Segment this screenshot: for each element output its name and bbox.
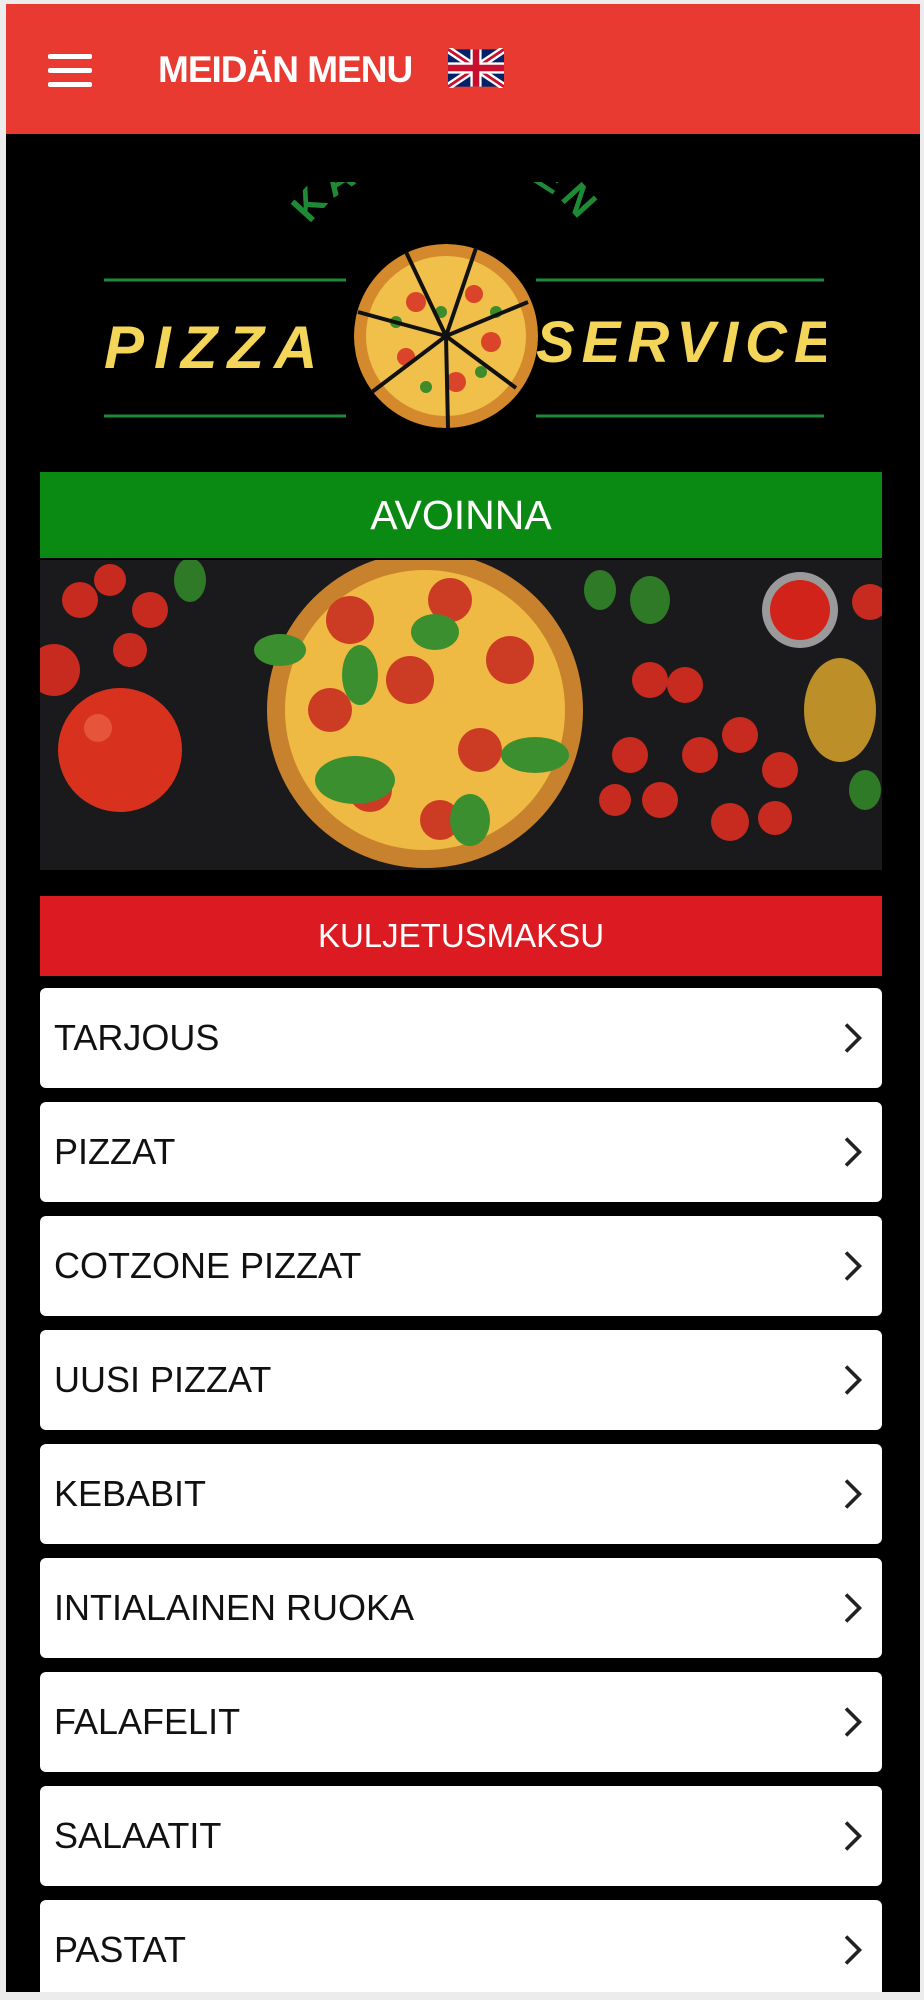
chevron-right-icon — [844, 1707, 863, 1737]
top-app-bar: MEIDÄN MENU — [6, 4, 920, 134]
chevron-right-icon — [844, 1251, 863, 1281]
menu-item-falafelit[interactable]: FALAFELIT — [40, 1672, 882, 1772]
chevron-right-icon — [844, 1479, 863, 1509]
logo-text-left: PIZZA — [104, 314, 327, 381]
menu-item-intialainen-ruoka[interactable]: INTIALAINEN RUOKA — [40, 1558, 882, 1658]
open-status-banner[interactable]: AVOINNA — [40, 472, 882, 558]
menu-item-label: TARJOUS — [54, 1017, 220, 1058]
menu-item-uusi-pizzat[interactable]: UUSI PIZZAT — [40, 1330, 882, 1430]
menu-item-label: PASTAT — [54, 1929, 187, 1970]
chevron-right-icon — [844, 1137, 863, 1167]
menu-item-pastat[interactable]: PASTAT — [40, 1900, 882, 1992]
menu-item-label: INTIALAINEN RUOKA — [54, 1587, 415, 1628]
logo-text-top: KAUNIAINEN — [283, 182, 608, 230]
menu-item-label: UUSI PIZZAT — [54, 1359, 272, 1400]
pizza-icon — [354, 244, 538, 429]
uk-flag-icon[interactable] — [448, 48, 504, 88]
menu-item-label: SALAATIT — [54, 1815, 222, 1856]
menu-item-kebabit[interactable]: KEBABIT — [40, 1444, 882, 1544]
menu-item-label: COTZONE PIZZAT — [54, 1245, 362, 1286]
hamburger-icon[interactable] — [48, 54, 92, 88]
chevron-right-icon — [844, 1023, 863, 1053]
menu-item-pizzat[interactable]: PIZZAT — [40, 1102, 882, 1202]
page-title: MEIDÄN MENU — [158, 49, 413, 90]
app-frame: MEIDÄN MENU KAUNIAINEN — [6, 4, 920, 1992]
brand-logo: KAUNIAINEN PIZZA SERVICE — [104, 182, 826, 429]
logo-text-right: SERVICE — [536, 310, 826, 375]
chevron-right-icon — [844, 1821, 863, 1851]
menu-item-label: FALAFELIT — [54, 1701, 241, 1742]
menu-item-cotzone-pizzat[interactable]: COTZONE PIZZAT — [40, 1216, 882, 1316]
menu-item-label: KEBABIT — [54, 1473, 207, 1514]
hero-pizza-image — [40, 560, 882, 870]
menu-item-salaatit[interactable]: SALAATIT — [40, 1786, 882, 1886]
menu-item-tarjous[interactable]: TARJOUS — [40, 988, 882, 1088]
chevron-right-icon — [844, 1365, 863, 1395]
delivery-fee-button[interactable]: KULJETUSMAKSU — [40, 896, 882, 976]
chevron-right-icon — [844, 1935, 863, 1965]
menu-item-label: PIZZAT — [54, 1131, 176, 1172]
chevron-right-icon — [844, 1593, 863, 1623]
